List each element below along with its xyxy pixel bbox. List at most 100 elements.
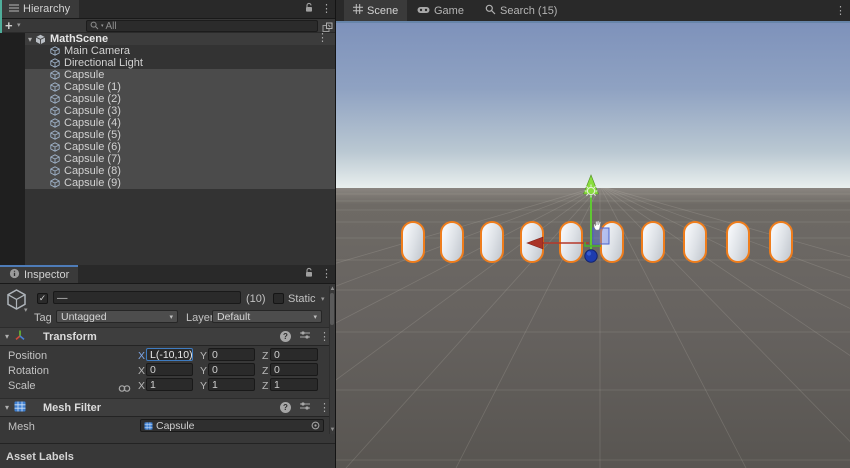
translate-gizmo-x-axis[interactable] xyxy=(527,237,589,249)
rotation-x-field[interactable]: 0 xyxy=(146,363,193,376)
hierarchy-item[interactable]: Directional Light xyxy=(25,57,336,69)
presets-icon[interactable] xyxy=(299,330,311,343)
position-z-field[interactable]: 0 xyxy=(270,348,318,361)
cube-icon xyxy=(50,58,60,68)
scrollbar-thumb[interactable] xyxy=(330,293,334,325)
inspector-tabbar: Inspector ⋮ xyxy=(0,265,336,284)
axis-x-label[interactable]: X xyxy=(138,380,145,392)
hierarchy-item-label: Capsule (1) xyxy=(64,81,121,93)
kebab-icon[interactable]: ⋮ xyxy=(321,269,332,279)
hierarchy-item-label: Capsule (4) xyxy=(64,117,121,129)
rotation-y-field[interactable]: 0 xyxy=(208,363,255,376)
static-label: Static xyxy=(288,293,316,305)
presets-icon[interactable] xyxy=(299,401,311,414)
hierarchy-scene-row[interactable]: ▾ MathScene ⋮ xyxy=(25,33,336,45)
tab-scene[interactable]: Scene xyxy=(344,0,407,21)
hand-cursor-icon xyxy=(594,221,601,230)
lock-icon[interactable] xyxy=(304,265,314,283)
axis-y-label[interactable]: Y xyxy=(200,365,207,377)
help-icon[interactable]: ? xyxy=(280,331,291,342)
hierarchy-item[interactable]: Capsule (7) xyxy=(25,153,336,165)
name-field[interactable]: — xyxy=(53,291,241,304)
mesh-filter-header[interactable]: ▾ Mesh Filter ? ⋮ xyxy=(0,398,336,417)
foldout-open-icon[interactable]: ▾ xyxy=(5,403,9,412)
layer-dropdown[interactable]: Default▾ xyxy=(212,310,322,323)
cube-icon xyxy=(50,154,60,164)
axis-x-label[interactable]: X xyxy=(138,365,145,377)
tab-game[interactable]: Game xyxy=(408,0,473,21)
kebab-icon[interactable]: ⋮ xyxy=(321,4,332,14)
lock-icon[interactable] xyxy=(304,0,314,18)
panel-divider[interactable] xyxy=(335,0,336,468)
add-object-button[interactable]: + xyxy=(5,19,13,32)
tag-label: Tag xyxy=(34,312,52,324)
mesh-label: Mesh xyxy=(8,421,35,433)
hierarchy-item-label: Capsule xyxy=(64,69,104,81)
hierarchy-item[interactable]: Capsule (5) xyxy=(25,129,336,141)
axis-y-label[interactable]: Y xyxy=(200,380,207,392)
static-flags-caret[interactable]: ▾ xyxy=(321,295,325,303)
axis-x-label[interactable]: X xyxy=(138,350,145,362)
inspector-body: ▾ ✓ — (10) Static ▾ Tag Untagged▾ Layer … xyxy=(0,284,336,468)
static-checkbox[interactable] xyxy=(273,293,284,304)
layer-label: Layer xyxy=(186,312,214,324)
tag-dropdown[interactable]: Untagged▾ xyxy=(56,310,178,323)
scene-viewport[interactable] xyxy=(336,23,850,468)
hierarchy-item[interactable]: Capsule (4) xyxy=(25,117,336,129)
hierarchy-visibility-gutter[interactable] xyxy=(0,33,25,265)
translate-gizmo-origin[interactable] xyxy=(585,250,597,262)
foldout-open-icon[interactable]: ▾ xyxy=(5,332,9,341)
hierarchy-item[interactable]: Capsule (8) xyxy=(25,165,336,177)
hierarchy-item-label: Capsule (7) xyxy=(64,153,121,165)
cube-icon xyxy=(50,142,60,152)
transform-tool-icon xyxy=(14,329,26,344)
kebab-icon[interactable]: ⋮ xyxy=(835,6,846,16)
translate-gizmo-xy-plane[interactable] xyxy=(593,228,609,244)
tab-hierarchy[interactable]: Hierarchy xyxy=(0,0,79,18)
cube-icon xyxy=(50,118,60,128)
help-icon[interactable]: ? xyxy=(280,402,291,413)
asset-labels-section[interactable]: Asset Labels xyxy=(0,443,336,468)
search-placeholder: All xyxy=(106,21,117,32)
transform-header[interactable]: ▾ Transform ? ⋮ xyxy=(0,327,336,346)
position-y-field[interactable]: 0 xyxy=(208,348,255,361)
row-label: Rotation xyxy=(8,365,49,377)
search-filter-caret-icon[interactable]: ▾ xyxy=(101,23,104,29)
hierarchy-item[interactable]: Capsule (2) xyxy=(25,93,336,105)
hierarchy-item[interactable]: Capsule (6) xyxy=(25,141,336,153)
tab-label: Hierarchy xyxy=(23,3,70,15)
tab-inspector[interactable]: Inspector xyxy=(0,265,78,283)
hierarchy-item-label: Capsule (9) xyxy=(64,177,121,189)
row-label: Scale xyxy=(8,380,36,392)
chevron-down-icon[interactable]: ▾ xyxy=(17,21,21,29)
cube-icon xyxy=(50,82,60,92)
active-checkbox[interactable]: ✓ xyxy=(37,293,48,304)
hierarchy-item[interactable]: Capsule (1) xyxy=(25,81,336,93)
mesh-object-field[interactable]: Capsule xyxy=(140,419,324,432)
hierarchy-item[interactable]: Capsule (3) xyxy=(25,105,336,117)
hierarchy-item[interactable]: Capsule (9) xyxy=(25,177,336,189)
axis-z-label[interactable]: Z xyxy=(262,380,268,392)
axis-z-label[interactable]: Z xyxy=(262,365,268,377)
tab-search[interactable]: Search (15) xyxy=(476,0,566,21)
rotation-z-field[interactable]: 0 xyxy=(270,363,318,376)
hierarchy-item-label: Capsule (8) xyxy=(64,165,121,177)
scale-y-field[interactable]: 1 xyxy=(208,378,255,391)
icon-select-caret[interactable]: ▾ xyxy=(24,306,28,314)
scale-z-field[interactable]: 1 xyxy=(270,378,318,391)
tab-label: Game xyxy=(434,5,464,17)
scene-name: MathScene xyxy=(50,33,108,45)
hierarchy-search-input[interactable]: ▾ All xyxy=(86,20,318,32)
axis-z-label[interactable]: Z xyxy=(262,350,268,362)
asset-labels-title: Asset Labels xyxy=(6,451,74,463)
axis-y-label[interactable]: Y xyxy=(200,350,207,362)
position-x-field[interactable]: L(-10,10) xyxy=(146,348,193,361)
hierarchy-item[interactable]: Capsule xyxy=(25,69,336,81)
kebab-icon[interactable]: ⋮ xyxy=(317,33,328,43)
object-picker-icon[interactable] xyxy=(311,421,320,430)
foldout-open-icon[interactable]: ▾ xyxy=(28,35,32,44)
hierarchy-item-label: Capsule (2) xyxy=(64,93,121,105)
scale-x-field[interactable]: 1 xyxy=(146,378,193,391)
hierarchy-item[interactable]: Main Camera xyxy=(25,45,336,57)
link-icon[interactable] xyxy=(118,380,131,398)
